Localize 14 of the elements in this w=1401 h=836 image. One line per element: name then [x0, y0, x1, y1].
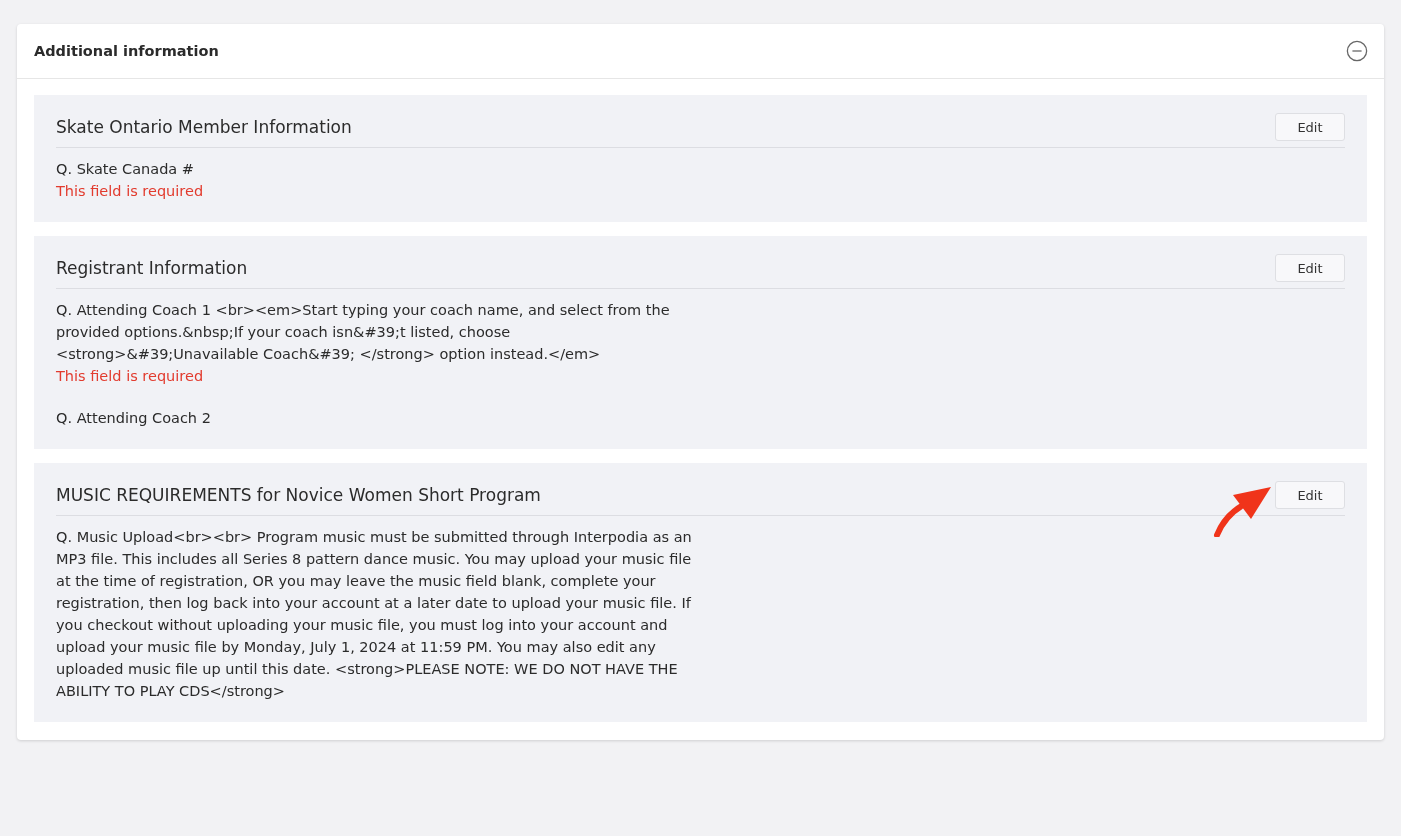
edit-button[interactable]: Edit	[1275, 481, 1345, 509]
section-title: Skate Ontario Member Information	[56, 117, 352, 137]
collapse-icon[interactable]	[1346, 40, 1368, 62]
panel-title: Additional information	[34, 43, 219, 59]
question-text: Q. Attending Coach 1 <br><em>Start typing your coach name, and select from the provided options.&nbsp;If your coach isn&#39;t listed, choose <strong>&#39;Unavailable Coach&#39; </strong> option instead.</em>	[56, 301, 671, 364]
edit-button[interactable]: Edit	[1275, 254, 1345, 282]
edit-button[interactable]: Edit	[1275, 113, 1345, 141]
section-title: Registrant Information	[56, 258, 248, 278]
error-message: This field is required	[56, 367, 205, 386]
question-text: Q. Music Upload<br><br> Program music must be submitted through Interpodia as an MP3 file. This includes all Series 8 pattern dance music. You may upload your music file at the time of registration, OR you may leave the music field blank, complete your registration, then log back into your account at a later date to upload your music file. If you checkout without uploading your music file, you must log into your account and upload your music file by Monday, July 1, 2024 at 11:59 PM. You may also edit any uploaded music file up until this date. <strong>PLEASE NOTE: WE DO NOT HAVE THE ABILITY TO PLAY CDS</strong>	[56, 528, 693, 701]
question-text: Q. Skate Canada #	[56, 160, 195, 179]
question-text: Q. Attending Coach 2	[56, 409, 212, 428]
error-message: This field is required	[56, 182, 205, 201]
section-title: MUSIC REQUIREMENTS for Novice Women Short Program	[56, 485, 541, 505]
